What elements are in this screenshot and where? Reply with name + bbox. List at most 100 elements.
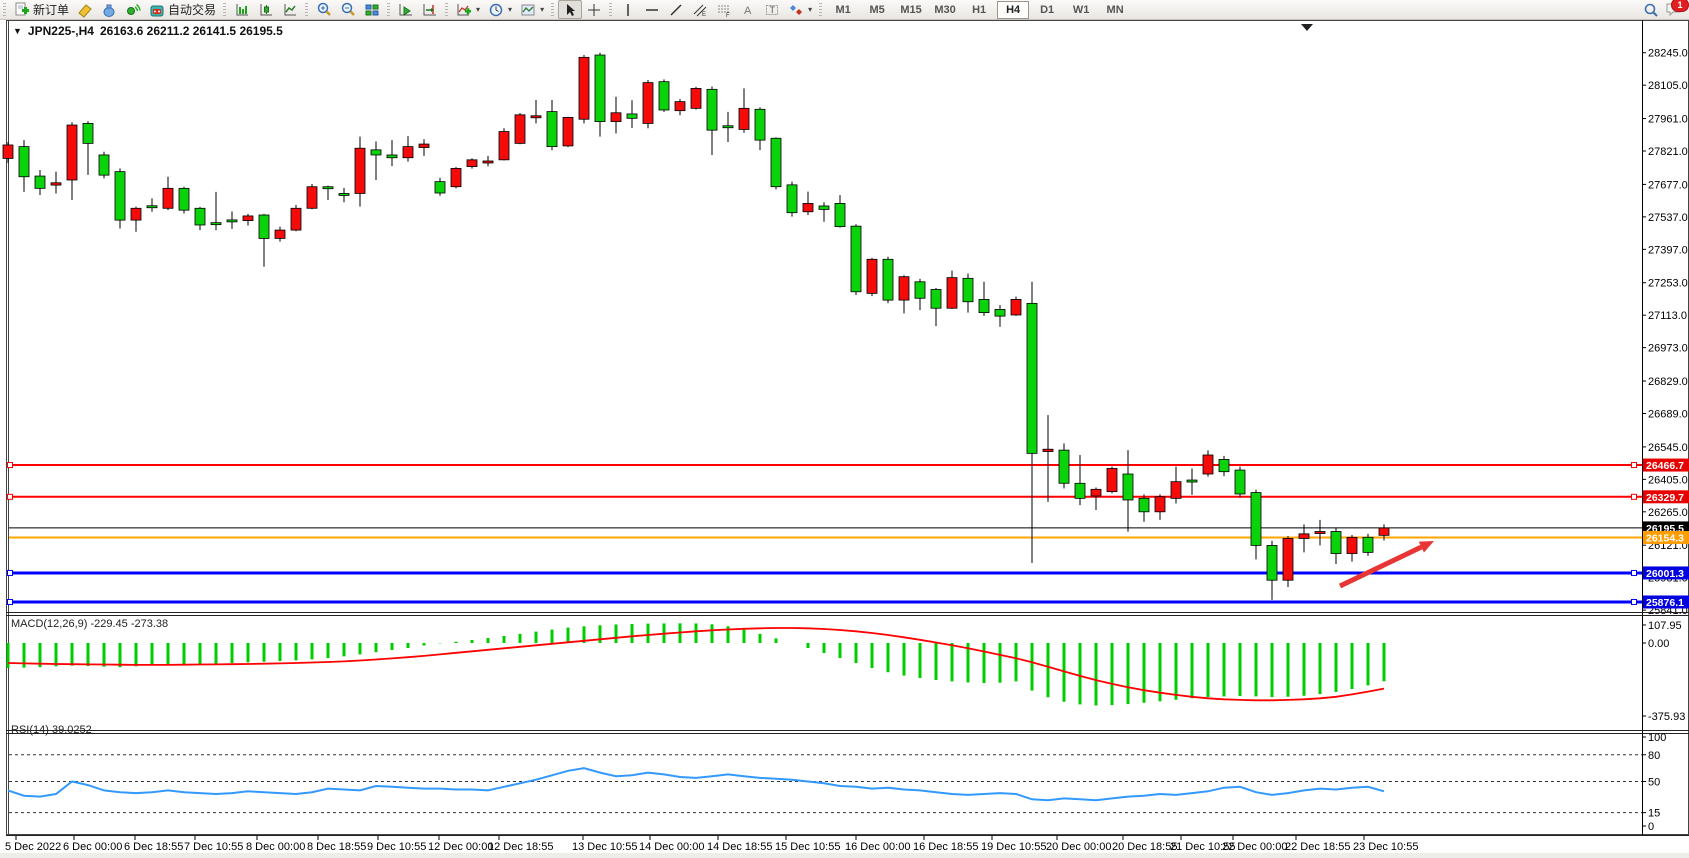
candle-body	[947, 278, 957, 309]
candle-body	[627, 114, 637, 118]
periods-dropdown-icon[interactable]: ▾	[508, 5, 512, 14]
tab-timeframe-d1[interactable]: D1	[1031, 1, 1063, 19]
candle-body	[675, 102, 685, 111]
price-axis-label: 27253.0	[1648, 278, 1688, 290]
line-handle[interactable]	[1632, 494, 1637, 499]
candle-body	[1379, 528, 1389, 535]
line-handle[interactable]	[8, 570, 13, 575]
tab-timeframe-m30[interactable]: M30	[929, 1, 961, 19]
horizontal-line-tool-button[interactable]	[640, 0, 664, 19]
tab-timeframe-h1[interactable]: H1	[963, 1, 995, 19]
candle-body	[291, 208, 301, 230]
candle-body	[1363, 537, 1373, 552]
text-tool-button[interactable]: A	[736, 0, 760, 19]
auto-scroll-icon	[398, 2, 414, 18]
zoom-out-button[interactable]	[336, 0, 360, 19]
arrows-tool-button[interactable]: ▾	[784, 0, 816, 19]
time-axis-label: 22 Dec 00:00	[1222, 841, 1287, 853]
candle-body	[1331, 532, 1341, 554]
chart-shift-button[interactable]	[418, 0, 442, 19]
trendline-tool-button[interactable]	[664, 0, 688, 19]
horizontal-line-icon	[644, 2, 660, 18]
auto-scroll-button[interactable]	[394, 0, 418, 19]
line-handle[interactable]	[8, 599, 13, 604]
tab-timeframe-m1[interactable]: M1	[827, 1, 859, 19]
chart-symbol-period: JPN225-,H4	[28, 24, 94, 38]
time-axis-label: 19 Dec 10:55	[981, 841, 1046, 853]
zoom-out-icon	[340, 2, 356, 18]
time-axis-label: 6 Dec 00:00	[63, 841, 122, 853]
chart-area[interactable]: 28245.028105.027961.027821.027677.027537…	[0, 0, 1689, 858]
chart-menu-arrow-icon[interactable]: ▼	[13, 26, 22, 36]
tab-timeframe-h4[interactable]: H4	[997, 1, 1029, 19]
text-label-tool-button[interactable]: T	[760, 0, 784, 19]
candle-body	[1123, 474, 1133, 500]
templates-icon	[520, 2, 536, 18]
time-axis-label: 8 Dec 00:00	[246, 841, 305, 853]
templates-dropdown-icon[interactable]: ▾	[540, 5, 544, 14]
new-order-button[interactable]: 新订单	[10, 0, 73, 19]
search-icon[interactable]	[1643, 3, 1659, 19]
vertical-line-icon	[620, 2, 636, 18]
toolbar-grip	[819, 3, 822, 16]
macd-axis-label: -375.93	[1648, 711, 1685, 723]
time-axis-label: 15 Dec 10:55	[775, 841, 840, 853]
candle-body	[1267, 545, 1277, 580]
line-handle[interactable]	[1632, 463, 1637, 468]
bar-chart-button[interactable]	[230, 0, 254, 19]
templates-button[interactable]: ▾	[516, 0, 548, 19]
tab-timeframe-w1[interactable]: W1	[1065, 1, 1097, 19]
text-label-icon: T	[764, 2, 780, 18]
time-axis-label: 6 Dec 18:55	[124, 841, 183, 853]
time-axis-label: 9 Dec 10:55	[367, 841, 426, 853]
time-axis-label: 20 Dec 18:55	[1112, 841, 1177, 853]
market-watch-button[interactable]	[97, 0, 121, 19]
arrows-icon	[788, 2, 804, 18]
candle-body	[979, 299, 989, 312]
line-chart-button[interactable]	[278, 0, 302, 19]
autotrading-button[interactable]: 自动交易	[145, 0, 220, 19]
candlestick-chart-button[interactable]	[254, 0, 278, 19]
vertical-line-tool-button[interactable]	[616, 0, 640, 19]
indicators-button[interactable]: ▾	[452, 0, 484, 19]
line-handle[interactable]	[1632, 570, 1637, 575]
arrows-dropdown-icon[interactable]: ▾	[808, 5, 812, 14]
fibonacci-tool-button[interactable]: F	[712, 0, 736, 19]
fibonacci-icon: F	[716, 2, 732, 18]
line-handle[interactable]	[8, 463, 13, 468]
line-handle[interactable]	[1632, 599, 1637, 604]
toolbar-grip	[445, 3, 448, 16]
time-axis-label: 12 Dec 00:00	[428, 841, 493, 853]
candle-body	[179, 188, 189, 210]
cursor-tool-button[interactable]	[558, 0, 582, 19]
candle-body	[739, 108, 749, 129]
tab-timeframe-m15[interactable]: M15	[895, 1, 927, 19]
tab-timeframe-mn[interactable]: MN	[1099, 1, 1131, 19]
equidistant-channel-tool-button[interactable]: E	[688, 0, 712, 19]
toolbar-grip	[223, 3, 226, 16]
tile-windows-button[interactable]	[360, 0, 384, 19]
crosshair-tool-button[interactable]	[582, 0, 606, 19]
candle-body	[1059, 450, 1069, 483]
time-axis-label: 16 Dec 00:00	[845, 841, 910, 853]
candle-body	[787, 185, 797, 213]
candle-body	[1091, 489, 1101, 496]
equidistant-channel-icon: E	[692, 2, 708, 18]
candle-body	[563, 117, 573, 146]
price-axis-label: 27113.0	[1648, 310, 1687, 322]
trendline-icon	[668, 2, 684, 18]
periods-button[interactable]: ▾	[484, 0, 516, 19]
indicators-dropdown-icon[interactable]: ▾	[476, 5, 480, 14]
notifications-button[interactable]: 1	[1665, 1, 1683, 20]
metaeditor-button[interactable]	[73, 0, 97, 19]
candle-body	[1283, 538, 1293, 580]
candle-body	[691, 88, 701, 108]
tab-timeframe-m5[interactable]: M5	[861, 1, 893, 19]
macd-axis-label: 107.95	[1648, 620, 1682, 632]
zoom-in-button[interactable]	[312, 0, 336, 19]
candle-body	[243, 216, 253, 221]
candle-body	[195, 208, 205, 225]
strategy-tester-button[interactable]	[121, 0, 145, 19]
toolbar-grip	[551, 3, 554, 16]
line-handle[interactable]	[8, 494, 13, 499]
